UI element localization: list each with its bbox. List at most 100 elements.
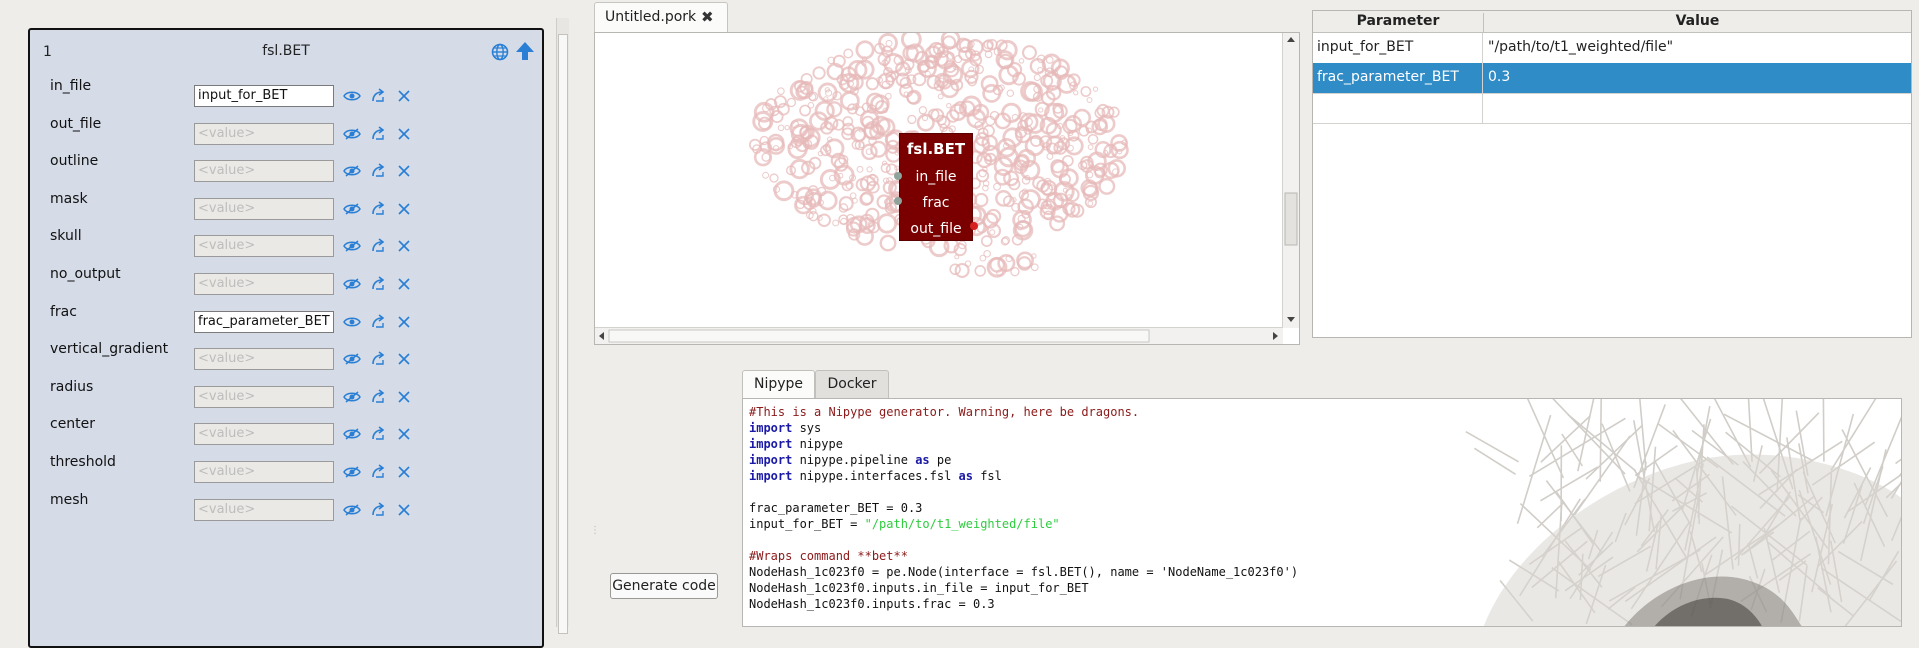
eye-off-icon[interactable] [342, 124, 362, 144]
clear-x-icon[interactable] [394, 199, 414, 219]
param-row-threshold: threshold <value> [30, 454, 542, 494]
clear-x-icon[interactable] [394, 86, 414, 106]
link-icon[interactable] [368, 236, 388, 256]
parameter-table: Parameter Value input_for_BET"/path/to/t… [1312, 10, 1912, 338]
tab-docker[interactable]: Docker [815, 370, 889, 398]
link-icon[interactable] [368, 424, 388, 444]
param-input-in-file[interactable]: input_for_BET [194, 85, 334, 107]
eye-off-icon[interactable] [342, 161, 362, 181]
param-input-radius[interactable]: <value> [194, 386, 334, 408]
param-label: out_file [50, 116, 101, 132]
link-icon[interactable] [368, 312, 388, 332]
code-token: input_for_BET = [749, 517, 865, 531]
param-input-out-file[interactable]: <value> [194, 123, 334, 145]
generated-code-text: #This is a Nipype generator. Warning, he… [749, 404, 1298, 612]
param-input-outline[interactable]: <value> [194, 160, 334, 182]
clear-x-icon[interactable] [394, 161, 414, 181]
link-icon[interactable] [368, 199, 388, 219]
eye-off-icon[interactable] [342, 199, 362, 219]
graph-canvas[interactable]: fsl.BET in_file frac out_file [595, 33, 1283, 328]
param-input-no-output[interactable]: <value> [194, 273, 334, 295]
code-line: NodeHash_1c023f0 = pe.Node(interface = f… [749, 564, 1298, 580]
eye-icon[interactable] [342, 86, 362, 106]
parameter-cell[interactable]: frac_parameter_BET [1313, 63, 1483, 93]
clear-x-icon[interactable] [394, 124, 414, 144]
param-input-skull[interactable]: <value> [194, 235, 334, 257]
param-input-mask[interactable]: <value> [194, 198, 334, 220]
value-cell[interactable] [1484, 93, 1911, 123]
param-input-vertical-gradient[interactable]: <value> [194, 348, 334, 370]
param-row-mesh: mesh<value> [30, 492, 542, 532]
code-line: #This is a Nipype generator. Warning, he… [749, 404, 1298, 420]
generate-code-button[interactable]: Generate code [610, 573, 718, 599]
graph-vertical-scrollbar[interactable] [1282, 33, 1299, 328]
link-icon[interactable] [368, 161, 388, 181]
table-row[interactable] [1313, 93, 1911, 124]
link-icon[interactable] [368, 462, 388, 482]
graph-view[interactable]: fsl.BET in_file frac out_file [594, 32, 1300, 345]
eye-off-icon[interactable] [342, 274, 362, 294]
code-line: input_for_BET = "/path/to/t1_weighted/fi… [749, 516, 1298, 532]
link-icon[interactable] [368, 86, 388, 106]
code-token: as [915, 453, 929, 467]
column-header-parameter[interactable]: Parameter [1313, 13, 1484, 32]
parameter-cell[interactable] [1313, 93, 1483, 123]
eye-off-icon[interactable] [342, 387, 362, 407]
link-icon[interactable] [368, 349, 388, 369]
link-icon[interactable] [368, 500, 388, 520]
graph-node-fsl-bet[interactable]: fsl.BET in_file frac out_file [899, 133, 973, 241]
column-header-value[interactable]: Value [1484, 13, 1911, 29]
upload-arrow-icon[interactable] [514, 40, 536, 62]
code-token: NodeHash_1c023f0 = pe.Node(interface = f… [749, 565, 1298, 579]
param-row-skull: skull<value> [30, 228, 542, 268]
link-icon[interactable] [368, 124, 388, 144]
code-editor[interactable]: #This is a Nipype generator. Warning, he… [742, 398, 1902, 627]
output-port-out-file[interactable] [970, 222, 978, 230]
link-icon[interactable] [368, 387, 388, 407]
param-label: threshold [50, 454, 116, 470]
eye-off-icon[interactable] [342, 462, 362, 482]
table-row[interactable]: input_for_BET"/path/to/t1_weighted/file" [1313, 33, 1911, 64]
eye-off-icon[interactable] [342, 236, 362, 256]
param-input-mesh[interactable]: <value> [194, 499, 334, 521]
param-label: center [50, 416, 95, 432]
clear-x-icon[interactable] [394, 424, 414, 444]
code-line [749, 484, 1298, 500]
code-token: fsl [973, 469, 1002, 483]
clear-x-icon[interactable] [394, 349, 414, 369]
param-input-frac[interactable]: frac_parameter_BET [194, 311, 334, 333]
port-frac: frac [900, 190, 972, 216]
clear-x-icon[interactable] [394, 274, 414, 294]
left-scrollbar[interactable] [556, 18, 569, 627]
param-input-center[interactable]: <value> [194, 423, 334, 445]
input-port-frac[interactable] [894, 197, 902, 205]
code-token: as [959, 469, 973, 483]
param-input-threshold[interactable]: <value> [194, 461, 334, 483]
tab-label: Untitled.pork [605, 9, 696, 25]
tab-nipype[interactable]: Nipype [742, 370, 815, 398]
table-row[interactable]: frac_parameter_BET0.3 [1313, 63, 1911, 94]
eye-off-icon[interactable] [342, 500, 362, 520]
code-line [749, 532, 1298, 548]
param-label: mask [50, 191, 88, 207]
splitter-handle[interactable]: ⋮ [590, 525, 594, 535]
close-tab-icon[interactable]: ✖ [701, 8, 714, 26]
clear-x-icon[interactable] [394, 312, 414, 332]
parameter-cell[interactable]: input_for_BET [1313, 33, 1483, 63]
port-in-file: in_file [900, 164, 972, 190]
input-port-in-file[interactable] [894, 172, 902, 180]
code-line: import sys [749, 420, 1298, 436]
eye-off-icon[interactable] [342, 349, 362, 369]
eye-off-icon[interactable] [342, 424, 362, 444]
link-icon[interactable] [368, 274, 388, 294]
globe-icon[interactable] [490, 42, 510, 62]
value-cell[interactable]: "/path/to/t1_weighted/file" [1484, 33, 1911, 63]
clear-x-icon[interactable] [394, 500, 414, 520]
graph-horizontal-scrollbar[interactable] [595, 327, 1283, 344]
tab-untitled-pork[interactable]: Untitled.pork ✖ [594, 2, 728, 32]
value-cell[interactable]: 0.3 [1484, 63, 1911, 93]
eye-icon[interactable] [342, 312, 362, 332]
clear-x-icon[interactable] [394, 236, 414, 256]
clear-x-icon[interactable] [394, 387, 414, 407]
clear-x-icon[interactable] [394, 462, 414, 482]
